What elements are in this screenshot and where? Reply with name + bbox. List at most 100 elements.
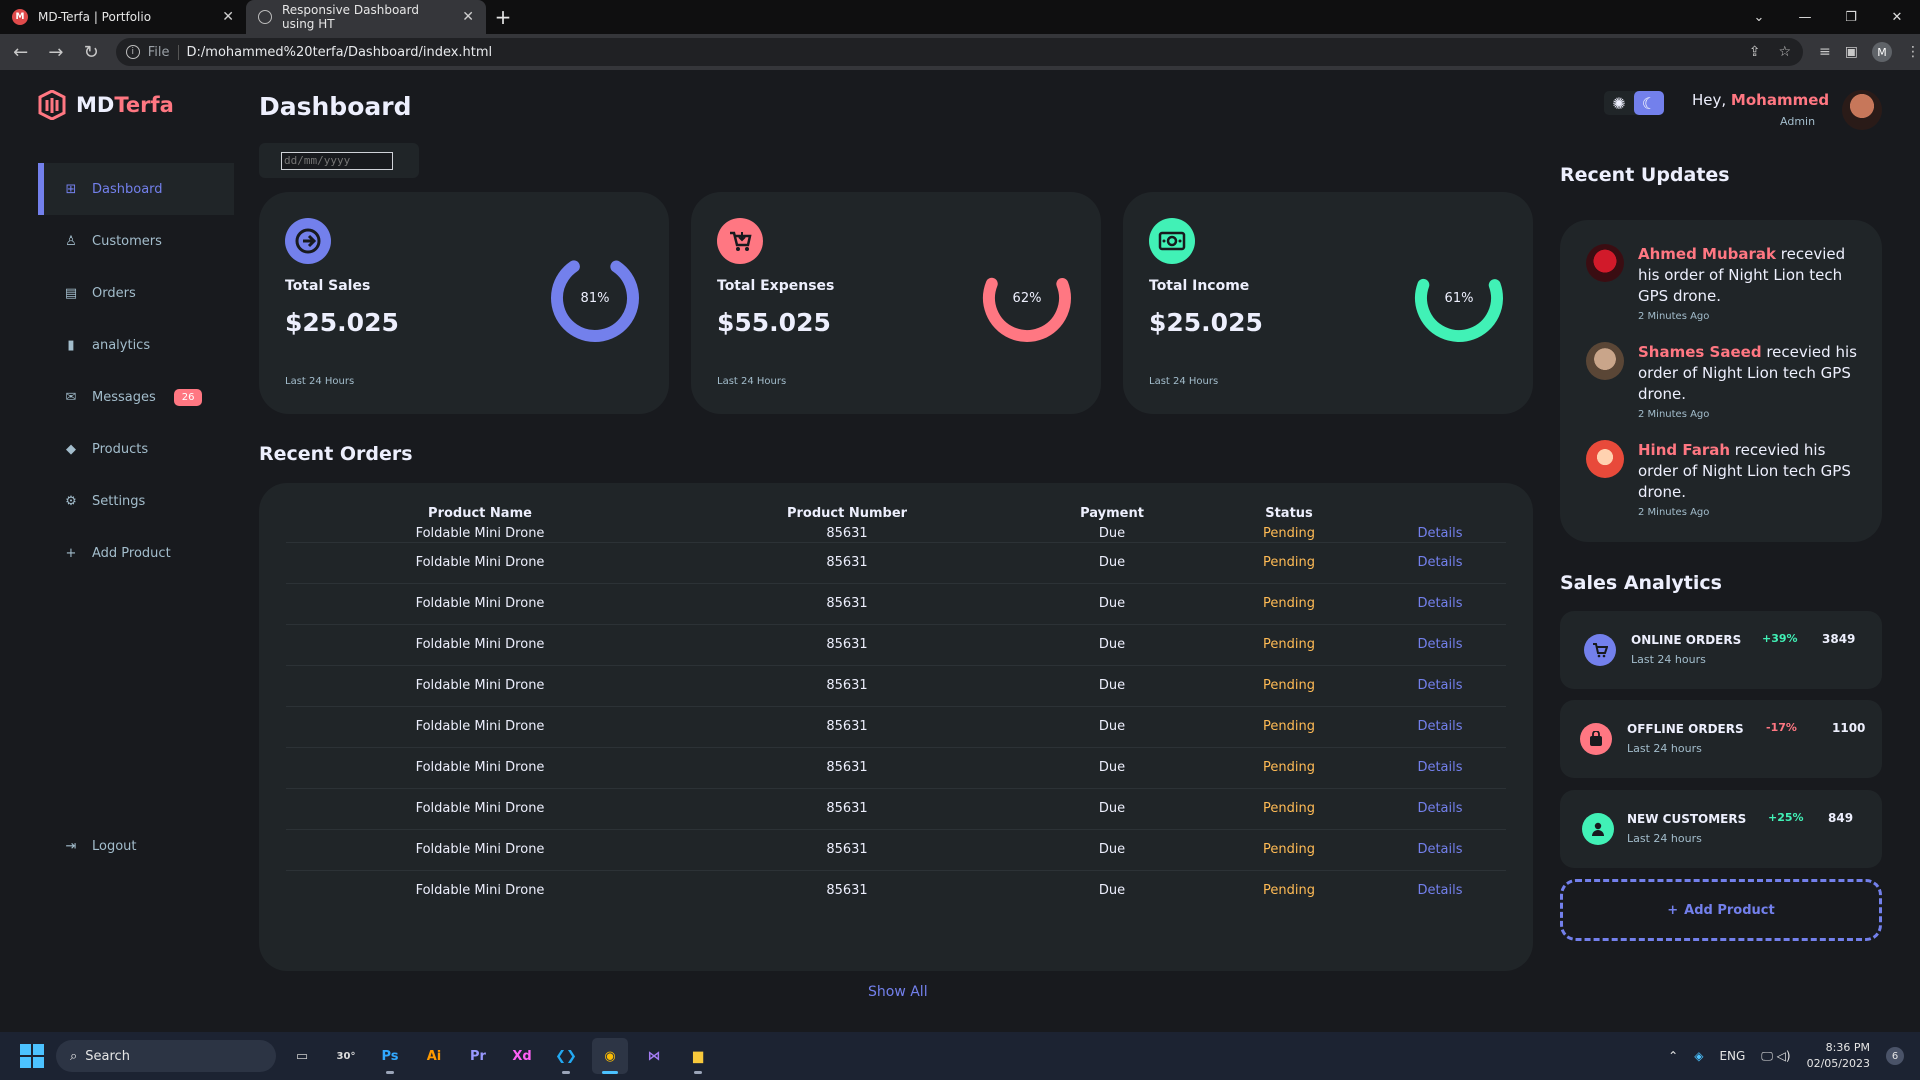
site-info-icon[interactable]: i [125,45,140,59]
task-view-icon[interactable]: ▭ [284,1038,320,1074]
avatar [1586,244,1624,282]
analytics-count: 3849 [1822,632,1856,646]
product-number-cell: 85631 [674,829,1020,871]
analytics-count: 1100 [1832,721,1866,735]
details-link[interactable]: Details [1374,870,1506,911]
product-name-cell: Foldable Mini Drone [286,542,674,584]
progress-percent: 62% [1012,290,1042,306]
browser-tab-portfolio[interactable]: M MD-Terfa | Portfolio ✕ [0,0,246,34]
back-button[interactable]: ← [6,37,35,67]
xd-icon[interactable]: Xd [504,1038,540,1074]
mail-icon: ✉ [65,389,77,405]
chevron-up-icon[interactable]: ⌃ [1668,1049,1678,1063]
menu-kebab-icon[interactable]: ⋮ [1906,44,1920,60]
details-link[interactable]: Details [1374,665,1506,707]
details-link[interactable]: Details [1374,829,1506,871]
status-cell: Pending [1204,526,1374,543]
tab-search-icon[interactable]: ⌄ [1736,0,1782,34]
user-avatar[interactable] [1842,90,1882,130]
notification-badge[interactable]: 6 [1886,1047,1904,1065]
sidebar-item-label: Dashboard [92,181,163,197]
sidebar-item-label: Customers [92,233,162,249]
orders-table: Product Name Product Number Payment Stat… [286,501,1506,911]
sidebar-item-customers[interactable]: ♙ Customers [38,215,234,267]
sidebar-item-analytics[interactable]: ▮ analytics [38,319,234,371]
close-window-button[interactable]: ✕ [1874,0,1920,34]
sidebar-item-logout[interactable]: ⇥ Logout [38,820,234,872]
sidebar-item-add-product[interactable]: + Add Product [38,527,234,579]
card-label: Total Income [1149,278,1250,294]
sidebar-item-products[interactable]: ◆ Products [38,423,234,475]
vscode-icon[interactable]: ❮❯ [548,1038,584,1074]
address-bar[interactable]: i File D:/mohammed%20terfa/Dashboard/ind… [115,38,1804,66]
weather-widget[interactable]: 30° [328,1038,364,1074]
chrome-icon[interactable]: ◉ [592,1038,628,1074]
profile-avatar[interactable]: M [1871,42,1892,62]
details-link[interactable]: Details [1374,788,1506,830]
close-tab-icon[interactable]: ✕ [222,9,234,25]
sidebar-item-dashboard[interactable]: ⊞ Dashboard [38,163,234,215]
file-explorer-icon[interactable]: ▆ [680,1038,716,1074]
show-all-link[interactable]: Show All [868,984,928,1000]
media-queue-icon[interactable]: ≡ [1819,44,1831,60]
taskbar-search-label: Search [85,1048,130,1064]
date-input[interactable] [281,151,393,170]
details-link[interactable]: Details [1374,542,1506,584]
payment-cell: Due [1020,542,1204,584]
analytics-card-online-orders: ONLINE ORDERS Last 24 hours +39% 3849 [1560,611,1882,689]
details-link[interactable]: Details [1374,583,1506,625]
payment-cell: Due [1098,883,1126,899]
update-item: Ahmed Mubarak recevied his order of Nigh… [1586,244,1868,322]
update-name: Ahmed Mubarak [1638,245,1777,263]
table-row: Foldable Mini Drone 85631 Due Pending Detail… [286,624,1506,666]
orders-table-body: Foldable Mini Drone 85631 Due Pending Detail… [286,526,1506,911]
column-header: Payment [1080,506,1144,521]
browser-tab-dashboard[interactable]: Responsive Dashboard using HT ✕ [246,0,486,34]
details-link[interactable]: Details [1374,706,1506,748]
summary-cards: Total Sales $25.025 Last 24 Hours 81% To… [259,192,1533,414]
forward-button[interactable]: → [41,37,70,67]
reload-button[interactable]: ↻ [77,37,106,67]
moon-icon[interactable]: ☾ [1634,91,1664,115]
share-icon[interactable]: ⇪ [1749,44,1761,60]
theme-toggle[interactable]: ✺ ☾ [1604,91,1664,115]
avatar [1586,342,1624,380]
globe-icon [258,10,272,24]
sidebar-item-label: analytics [92,337,151,353]
sidebar-item-label: Orders [92,285,136,301]
update-item: Hind Farah recevied his order of Night L… [1586,440,1868,518]
add-product-button[interactable]: + Add Product [1560,879,1882,941]
update-name: Shames Saeed [1638,343,1762,361]
sun-icon[interactable]: ✺ [1604,91,1634,115]
product-number-cell: 85631 [674,747,1020,789]
photoshop-icon[interactable]: Ps [372,1038,408,1074]
bookmark-star-icon[interactable]: ☆ [1778,44,1791,60]
details-link[interactable]: Details [1374,747,1506,789]
illustrator-icon[interactable]: Ai [416,1038,452,1074]
new-tab-button[interactable]: + [486,0,520,34]
premiere-icon[interactable]: Pr [460,1038,496,1074]
close-tab-icon[interactable]: ✕ [462,9,474,25]
greeting-text: Hey, [1692,91,1731,109]
network-security-icon[interactable]: ◈ [1694,1049,1703,1063]
url-text[interactable]: D:/mohammed%20terfa/Dashboard/index.html [187,45,493,60]
clock[interactable]: 8:36 PM 02/05/2023 [1807,1040,1870,1072]
analytics-percent: -17% [1766,721,1797,734]
product-number-cell: 85631 [674,583,1020,625]
visual-studio-icon[interactable]: ⋈ [636,1038,672,1074]
side-panel-icon[interactable]: ▣ [1845,44,1858,60]
details-link[interactable]: Details [1374,624,1506,666]
details-link[interactable]: Details [1374,526,1506,543]
taskbar-search[interactable]: ⌕ Search [56,1040,276,1072]
sidebar-item-messages[interactable]: ✉ Messages 26 [38,371,234,423]
product-name-cell: Foldable Mini Drone [286,706,674,748]
wifi-volume-icon[interactable]: 🖵 ◁) [1761,1049,1790,1064]
windows-start-icon[interactable] [20,1044,44,1068]
minimize-button[interactable]: — [1782,0,1828,34]
sidebar-item-orders[interactable]: ▤ Orders [38,267,234,319]
language-indicator[interactable]: ENG [1719,1049,1745,1063]
sidebar-item-settings[interactable]: ⚙ Settings [38,475,234,527]
product-number-cell: 85631 [826,883,868,899]
brand-logo[interactable]: MDTerfa [38,90,174,120]
restore-button[interactable]: ❐ [1828,0,1874,34]
